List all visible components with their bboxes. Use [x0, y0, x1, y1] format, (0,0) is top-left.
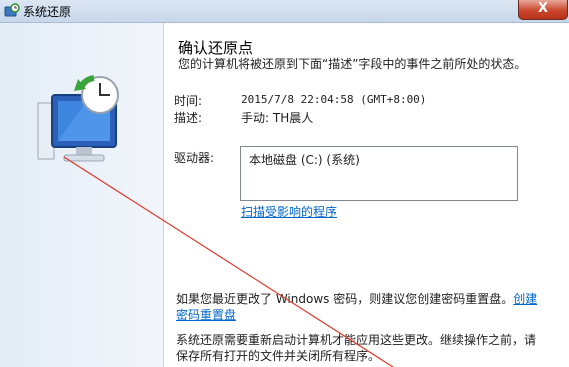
system-restore-icon [4, 3, 20, 17]
window-title: 系统还原 [23, 5, 72, 19]
description-value: 手动: TH晨人 [241, 111, 314, 125]
time-label: 时间: [174, 94, 203, 108]
scan-affected-programs-link[interactable]: 扫描受影响的程序 [241, 203, 337, 220]
drives-list[interactable]: 本地磁盘 (C:) (系统) [240, 146, 518, 201]
time-value: 2015/7/8 22:04:58 (GMT+8:00) [241, 93, 427, 106]
side-panel [0, 23, 164, 367]
restart-note: 系统还原需要重新启动计算机才能应用这些更改。继续操作之前，请保存所有打开的文件并… [176, 333, 537, 363]
list-item[interactable]: 本地磁盘 (C:) (系统) [249, 151, 360, 168]
computer-restore-icon [37, 75, 119, 162]
confirm-panel: 确认还原点 您的计算机将被还原到下面“描述”字段中的事件之前所处的状态。 时间:… [164, 23, 569, 367]
password-note-text: 如果您最近更改了 Windows 密码，则建议您创建密码重置盘。 [176, 292, 514, 306]
description-label: 描述: [174, 111, 203, 125]
close-button[interactable]: X [518, 0, 568, 20]
restore-description: 您的计算机将被还原到下面“描述”字段中的事件之前所处的状态。 [178, 57, 527, 71]
page-title: 确认还原点 [178, 39, 254, 57]
drives-label: 驱动器: [174, 151, 215, 165]
title-bar: 系统还原 X [0, 0, 569, 23]
password-note: 如果您最近更改了 Windows 密码，则建议您创建密码重置盘。创建密码重置盘 [176, 291, 541, 323]
